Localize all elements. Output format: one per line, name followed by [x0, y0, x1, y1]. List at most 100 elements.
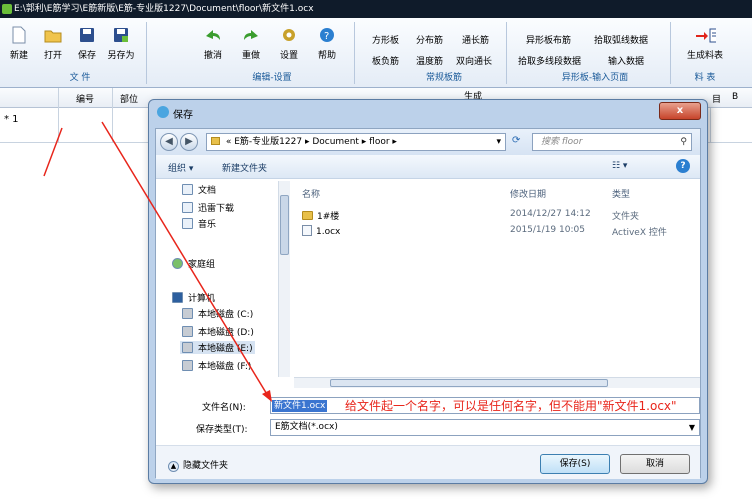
annotation-text: 给文件起一个名字，可以是任何名字，但不能用"新文件1.ocx" [345, 399, 677, 413]
drive-icon [182, 342, 193, 353]
list-item[interactable]: 1#楼 2014/12/27 14:12 文件夹 [302, 209, 692, 222]
back-button[interactable]: ◀ [160, 133, 178, 151]
column-header-type[interactable]: 类型 [612, 187, 630, 200]
column-header-partial: B [732, 92, 739, 102]
special-group-label: 异形板-输入页面 [561, 73, 629, 83]
cancel-button[interactable]: 取消 [620, 454, 690, 474]
slab-temperature-button[interactable]: 温度筋 [416, 54, 443, 67]
scrollbar-thumb[interactable] [280, 195, 289, 255]
homegroup-icon [172, 258, 183, 269]
slab-group-label: 常规板筋 [425, 73, 462, 83]
generate-table-button[interactable]: 生成料表 [680, 24, 730, 61]
nav-item-computer[interactable]: 计算机 [172, 291, 215, 304]
nav-item-music[interactable]: 音乐 [182, 217, 216, 230]
redo-icon [240, 24, 262, 46]
slab-through-button[interactable]: 通长筋 [462, 33, 489, 46]
download-icon [182, 202, 193, 213]
help-button[interactable]: ? 帮助 [310, 24, 344, 61]
address-path: « E筋-专业版1227 ▸ Document ▸ floor ▸ [225, 137, 397, 147]
music-icon [182, 218, 193, 229]
filetype-value: E筋文档(*.ocx) [275, 422, 338, 432]
slab-square-button[interactable]: 方形板 [372, 33, 399, 46]
organize-button[interactable]: 组织 ▾ [168, 161, 193, 174]
open-folder-icon [42, 24, 64, 46]
save-button[interactable]: 保存 [70, 24, 104, 61]
close-button[interactable]: x [659, 102, 701, 120]
scrollbar-thumb[interactable] [330, 379, 608, 387]
search-icon[interactable]: ⚲ [680, 134, 687, 150]
grid-line [710, 108, 711, 142]
undo-icon [202, 24, 224, 46]
input-data-button[interactable]: 输入数据 [608, 54, 644, 67]
document-icon [182, 184, 193, 195]
back-arrow-icon: ◀ [165, 136, 173, 147]
slab-negative-button[interactable]: 板负筋 [372, 54, 399, 67]
save-as-icon [110, 24, 132, 46]
column-header[interactable]: 编号 [76, 92, 94, 105]
forward-button[interactable]: ▶ [180, 133, 198, 151]
chevron-down-icon[interactable]: ▾ [496, 134, 501, 150]
edit-group-label: 编辑-设置 [252, 73, 292, 83]
table-icon [694, 24, 716, 46]
column-header-partial: 目 [712, 95, 722, 105]
file-list-scrollbar[interactable] [294, 377, 700, 388]
chevron-up-icon: ▲ [168, 461, 179, 472]
view-options-icon[interactable]: ☷ ▾ [612, 161, 627, 171]
refresh-icon[interactable]: ⟳ [512, 135, 520, 146]
dialog-footer: ▲ 隐藏文件夹 保存(S) 取消 [156, 445, 700, 479]
ribbon-separator [670, 22, 671, 84]
address-bar-row: ◀ ▶ « E筋-专业版1227 ▸ Document ▸ floor ▸ ▾ … [156, 129, 700, 155]
save-dialog: 保存 x ◀ ▶ « E筋-专业版1227 ▸ Document ▸ floor… [148, 99, 708, 484]
filetype-label: 保存类型(T): [196, 425, 248, 435]
nav-item-drive-c[interactable]: 本地磁盘 (C:) [182, 307, 253, 320]
redo-button[interactable]: 重做 [234, 24, 268, 61]
nav-item-drive-d[interactable]: 本地磁盘 (D:) [182, 325, 254, 338]
pick-arc-button[interactable]: 拾取弧线数据 [594, 33, 648, 46]
nav-item-homegroup[interactable]: 家庭组 [172, 257, 215, 270]
slab-bidirectional-button[interactable]: 双向通长 [456, 54, 492, 67]
settings-icon [278, 24, 300, 46]
close-icon: x [676, 105, 684, 116]
grid-line [112, 88, 113, 142]
settings-button[interactable]: 设置 [272, 24, 306, 61]
undo-button[interactable]: 撤消 [196, 24, 230, 61]
save-as-button[interactable]: 另存为 [104, 24, 138, 61]
forward-arrow-icon: ▶ [185, 136, 193, 147]
new-button[interactable]: 新建 [2, 24, 36, 61]
nav-item-documents[interactable]: 文档 [182, 183, 216, 196]
navigation-pane: 文档 迅雷下载 音乐 家庭组 计算机 本地磁盘 (C:) 本地磁盘 (D:) 本… [156, 179, 292, 379]
slab-distribution-button[interactable]: 分布筋 [416, 33, 443, 46]
list-item[interactable]: 1.ocx 2015/1/19 10:05 ActiveX 控件 [302, 225, 692, 238]
open-button[interactable]: 打开 [36, 24, 70, 61]
filename-label: 文件名(N): [202, 403, 246, 413]
ribbon-toolbar: 新建 打开 保存 另存为 文 件 撤消 重做 设置 ? 帮助 编辑-设置 方形板… [0, 18, 752, 88]
window-title: E:\郭利\E筋学习\E筋新版\E筋-专业版1227\Document\floo… [14, 4, 314, 14]
new-folder-button[interactable]: 新建文件夹 [222, 161, 267, 174]
pick-polyline-button[interactable]: 拾取多线段数据 [518, 54, 581, 67]
chevron-down-icon[interactable]: ▼ [689, 420, 695, 435]
nav-item-downloads[interactable]: 迅雷下载 [182, 201, 234, 214]
column-header-date[interactable]: 修改日期 [510, 187, 546, 200]
nav-item-drive-e[interactable]: 本地磁盘 (E:) [180, 341, 255, 354]
help-icon[interactable]: ? [676, 159, 690, 173]
grid-line [58, 88, 59, 142]
save-dialog-icon [157, 106, 169, 118]
help-icon: ? [316, 24, 338, 46]
column-header[interactable]: 部位 [120, 92, 138, 105]
file-list: 名称 修改日期 类型 1#楼 2014/12/27 14:12 文件夹 1.oc… [294, 179, 700, 379]
nav-scrollbar[interactable] [278, 181, 290, 377]
save-confirm-button[interactable]: 保存(S) [540, 454, 610, 474]
address-bar[interactable]: « E筋-专业版1227 ▸ Document ▸ floor ▸ ▾ [206, 133, 506, 151]
nav-item-drive-f[interactable]: 本地磁盘 (F:) [182, 359, 251, 372]
ribbon-separator [354, 22, 355, 84]
search-input[interactable]: 搜索 floor ⚲ [532, 133, 692, 151]
filetype-select[interactable]: E筋文档(*.ocx) ▼ [270, 419, 700, 436]
new-file-icon [8, 24, 30, 46]
hide-folders-toggle[interactable]: ▲ 隐藏文件夹 [168, 458, 228, 472]
svg-text:?: ? [324, 31, 329, 42]
folder-icon [302, 211, 313, 220]
column-header-name[interactable]: 名称 [302, 187, 320, 200]
search-placeholder: 搜索 floor [541, 137, 583, 147]
special-slab-button[interactable]: 异形板布筋 [526, 33, 571, 46]
row-marker: * 1 [4, 114, 19, 125]
